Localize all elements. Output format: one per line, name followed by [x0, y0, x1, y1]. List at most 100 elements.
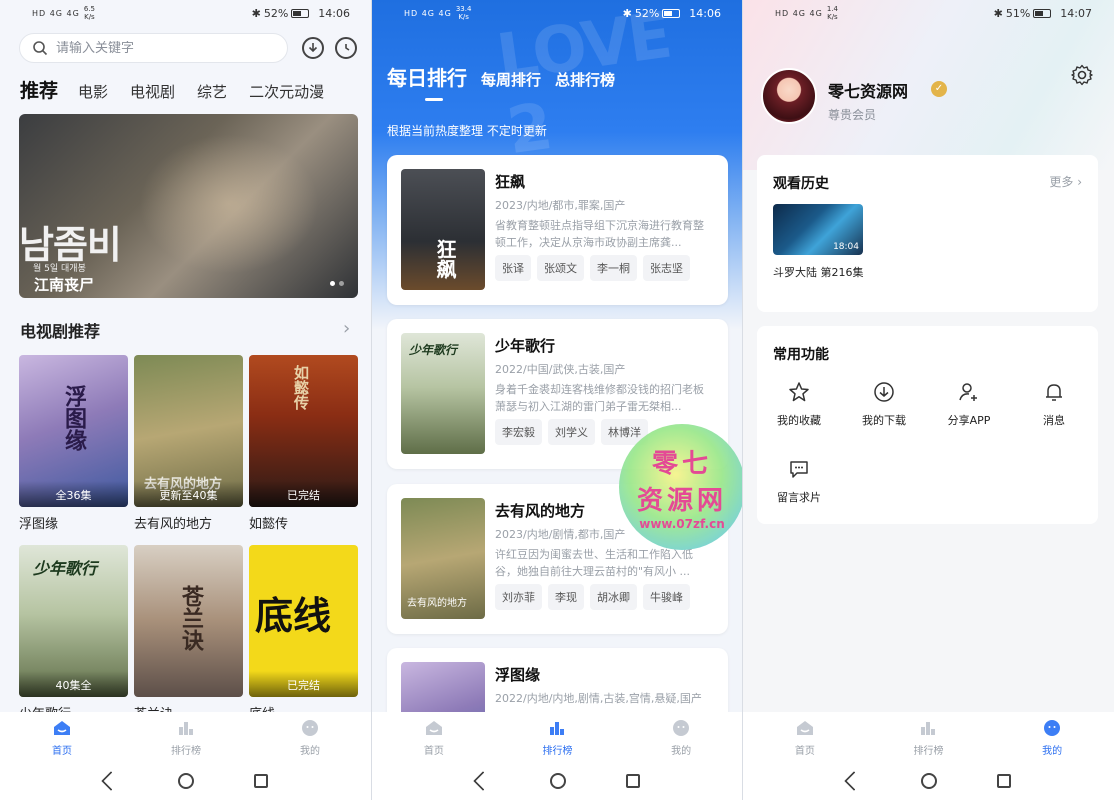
nav-ranking[interactable]: 排行榜 — [517, 712, 597, 762]
status-bar: HD 4G 4G 6.5 K/s ✱ 52% 14:06 — [0, 0, 372, 26]
tab-weekly[interactable]: 每周排行 — [481, 69, 541, 90]
recents-icon[interactable] — [254, 774, 268, 788]
nav-profile-label: 我的 — [671, 746, 692, 757]
bluetooth-icon: ✱ — [993, 6, 1003, 20]
home-icon — [425, 721, 442, 735]
cast-tag[interactable]: 李现 — [548, 584, 584, 610]
show-card[interactable]: 少年歌行 40集全 少年歌行 — [19, 545, 128, 735]
search-input[interactable] — [56, 40, 256, 56]
banner-title: 江南丧尸 — [34, 276, 95, 294]
share-user-icon — [959, 383, 977, 401]
clock-icon — [345, 44, 350, 51]
nav-home[interactable]: 首页 — [394, 712, 474, 762]
nav-profile[interactable]: 我的 — [1012, 712, 1092, 762]
rank-meta: 2022/内地/内地,剧情,古装,宫情,悬疑,国产 — [495, 692, 702, 705]
history-thumbnail[interactable]: 18:04 — [773, 204, 863, 255]
tab-overall[interactable]: 总排行榜 — [555, 69, 615, 90]
tab-variety[interactable]: 综艺 — [197, 81, 227, 102]
show-card[interactable]: 浮图缘 全36集 浮图缘 — [19, 355, 128, 545]
cast-tag[interactable]: 牛骏峰 — [643, 584, 690, 610]
cast-tag[interactable]: 李一桐 — [590, 255, 637, 281]
nav-home-label: 首页 — [423, 746, 444, 757]
signal-indicator: HD 4G 4G — [32, 8, 80, 18]
tab-daily[interactable]: 每日排行 — [387, 62, 467, 91]
cast-tag[interactable]: 胡冰卿 — [590, 584, 637, 610]
more-link[interactable]: 更多 › — [1049, 173, 1082, 190]
back-icon[interactable] — [843, 771, 864, 791]
rank-item[interactable]: 狂飙 狂飙 2023/内地/都市,罪案,国产 省教育整顿驻点指导组下沉京海进行教… — [387, 155, 728, 305]
watermark-logo: 零七 资源网 www.07zf.cn — [619, 424, 743, 550]
recents-icon[interactable] — [996, 774, 1011, 788]
tab-tv[interactable]: 电视剧 — [130, 81, 175, 102]
bottom-nav: 首页 排行榜 我的 — [372, 712, 743, 762]
home-button-icon[interactable] — [178, 773, 194, 789]
nav-ranking[interactable]: 排行榜 — [888, 712, 968, 762]
show-title: 如懿传 — [249, 517, 289, 532]
cast-tag[interactable]: 刘学义 — [548, 419, 595, 445]
gear-icon[interactable] — [1070, 63, 1094, 87]
request-movie-button[interactable]: 留言求片 — [757, 457, 841, 505]
section-title: 电视剧推荐 — [20, 322, 101, 341]
recents-icon[interactable] — [625, 774, 640, 788]
poster: 底线 已完结 — [249, 545, 358, 697]
bar-chart-icon — [179, 722, 193, 735]
show-card[interactable]: 底线 已完结 底线 — [249, 545, 358, 735]
tab-recommend[interactable]: 推荐 — [20, 76, 58, 103]
show-card[interactable]: 去有风的地方 更新至40集 去有风的地方 — [134, 355, 243, 545]
back-icon[interactable] — [472, 771, 493, 791]
home-screen: HD 4G 4G 6.5K/s ✱ 52% 14:06 推荐 电影 电视剧 综艺… — [0, 0, 372, 800]
nav-home[interactable]: 首页 — [22, 712, 102, 762]
home-icon — [54, 721, 70, 735]
network-speed: 33.4 K/s — [455, 5, 472, 21]
bluetooth-icon: ✱ — [622, 6, 632, 20]
nav-profile[interactable]: 我的 — [641, 712, 721, 762]
home-button-icon[interactable] — [920, 773, 937, 789]
bluetooth-icon: ✱ — [251, 6, 261, 20]
cast-tag[interactable]: 张志坚 — [643, 255, 690, 281]
chevron-right-icon[interactable]: › — [343, 318, 350, 339]
ranking-subtitle: 根据当前热度整理 不定时更新 — [387, 124, 547, 138]
network-speed: 1.4 K/s — [826, 5, 838, 21]
bell-icon — [1046, 384, 1062, 401]
cast-tag[interactable]: 刘亦菲 — [495, 584, 542, 610]
nav-ranking[interactable]: 排行榜 — [146, 712, 226, 762]
nav-ranking-label: 排行榜 — [542, 746, 573, 757]
show-card[interactable]: 如懿传 已完结 如懿传 — [249, 355, 358, 545]
cast-tag[interactable]: 张颂文 — [537, 255, 584, 281]
poster: 少年歌行 40集全 — [19, 545, 128, 697]
poster: 少年歌行 — [401, 333, 485, 454]
clock: 14:07 — [1060, 6, 1092, 20]
rank-title: 少年歌行 — [495, 337, 556, 355]
search-bar[interactable] — [19, 33, 288, 63]
download-button[interactable] — [302, 37, 324, 59]
history-item-title[interactable]: 斗罗大陆 第216集 — [773, 265, 867, 281]
cast-tag[interactable]: 李宏毅 — [495, 419, 542, 445]
nav-home[interactable]: 首页 — [765, 712, 845, 762]
status-bar: HD 4G 4G 33.4 K/s ✱ 52% 14:06 — [372, 0, 743, 26]
share-app-button[interactable]: 分享APP — [927, 380, 1011, 428]
ranking-screen: LOVE 2 HD 4G 4G 33.4 K/s ✱ 52% 14:06 每日排行 … — [372, 0, 743, 800]
poster: 浮图缘 全36集 — [19, 355, 128, 507]
nav-home-label: 首页 — [794, 746, 815, 757]
favorites-button[interactable]: 我的收藏 — [757, 380, 841, 428]
rank-description: 许红豆因为闺蜜去世、生活和工作陷入低谷，她独自前往大理云苗村的"有风小 ... — [495, 548, 693, 578]
messages-button[interactable]: 消息 — [1012, 380, 1096, 428]
show-title: 浮图缘 — [19, 517, 59, 532]
home-button-icon[interactable] — [549, 773, 566, 789]
banner-small-text: 월 5일 대개봉 — [33, 264, 86, 274]
face-icon — [673, 720, 690, 736]
cast-tag[interactable]: 张译 — [495, 255, 531, 281]
tab-anime[interactable]: 二次元动漫 — [249, 81, 324, 102]
hero-banner[interactable]: 남좀비 월 5일 대개봉 江南丧尸 — [19, 114, 358, 298]
avatar[interactable] — [761, 68, 817, 124]
status-badge: 已完结 — [249, 481, 358, 507]
nav-profile[interactable]: 我的 — [270, 712, 350, 762]
rank-description: 身着千金裘却连客栈维修都没钱的招门老板萧瑟与初入江湖的雷门弟子雷无桀相... — [495, 383, 704, 413]
show-card[interactable]: 苍兰诀 苍兰诀 — [134, 545, 243, 735]
back-icon[interactable] — [101, 771, 121, 791]
battery-icon — [662, 8, 681, 18]
history-button[interactable] — [335, 37, 357, 59]
signal-indicator: HD 4G 4G — [404, 8, 452, 18]
downloads-button[interactable]: 我的下载 — [842, 380, 926, 428]
tab-movie[interactable]: 电影 — [78, 81, 108, 102]
